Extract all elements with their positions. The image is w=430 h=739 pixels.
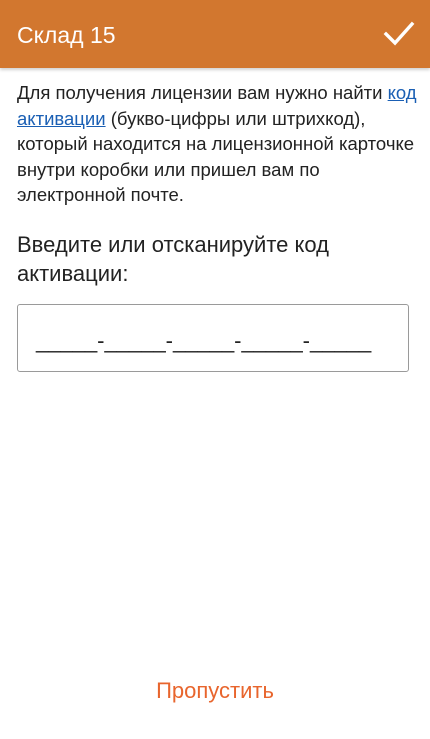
activation-code-value: _____-_____-_____-_____-_____: [36, 328, 372, 353]
info-text-start: Для получения лицензии вам нужно найти: [17, 82, 388, 103]
confirm-button[interactable]: [382, 16, 416, 50]
skip-button[interactable]: Пропустить: [0, 676, 430, 706]
activation-screen: Склад 15 Для получения лицензии вам нужн…: [0, 0, 430, 739]
checkmark-icon: [383, 21, 415, 46]
license-info-text: Для получения лицензии вам нужно найти к…: [17, 80, 417, 208]
activation-prompt: Введите или отсканируйте код активации:: [17, 232, 329, 286]
app-bar: Склад 15: [0, 0, 430, 68]
page-title: Склад 15: [17, 22, 116, 48]
activation-code-field[interactable]: _____-_____-_____-_____-_____: [17, 304, 409, 372]
